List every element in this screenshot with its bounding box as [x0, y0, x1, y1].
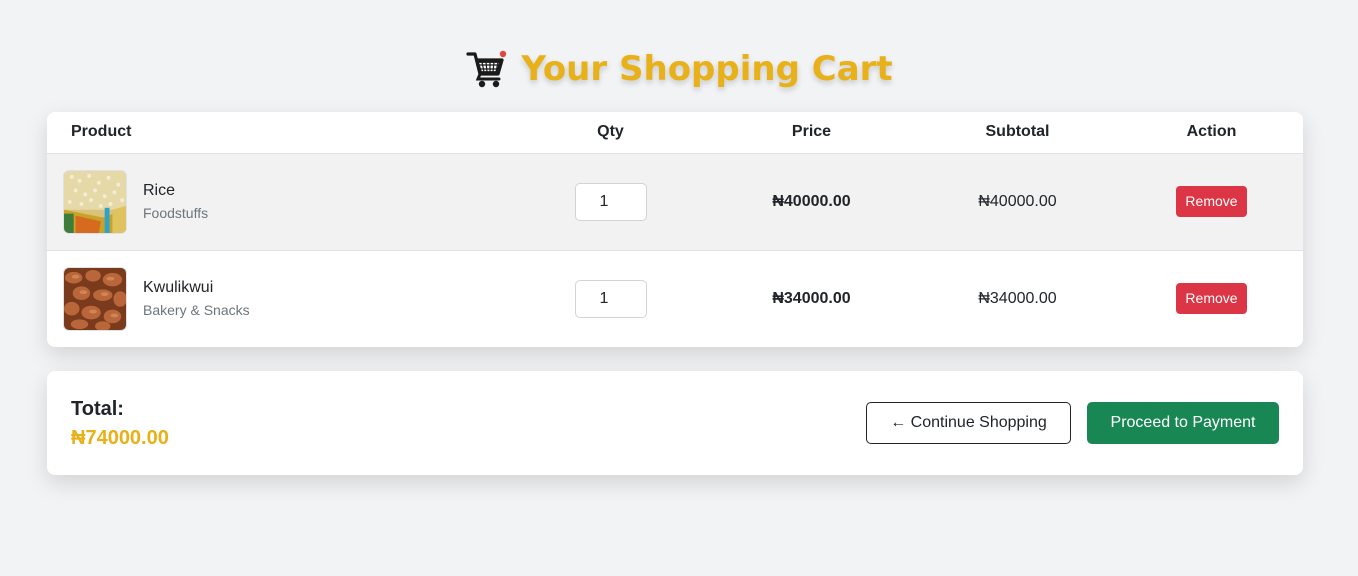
- rice-product-image: [63, 169, 127, 234]
- action-cell: Remove: [1120, 249, 1303, 347]
- total-value: ₦74000.00: [71, 427, 169, 449]
- page-title: Your Shopping Cart: [521, 49, 893, 89]
- product-category: Foodstuffs: [143, 205, 209, 221]
- remove-button[interactable]: Remove: [1176, 283, 1247, 315]
- price-cell: ₦40000.00: [708, 153, 915, 250]
- item-price: ₦40000.00: [772, 192, 851, 210]
- quantity-input[interactable]: [574, 279, 647, 318]
- column-header-action: Action: [1120, 112, 1303, 154]
- product-name: Rice: [143, 182, 176, 199]
- proceed-to-payment-button[interactable]: Proceed to Payment: [1087, 402, 1279, 444]
- column-header-subtotal: Subtotal: [915, 112, 1120, 154]
- product-cell: Rice Foodstuffs: [47, 153, 513, 250]
- table-row: Rice Foodstuffs ₦40000.00 ₦40000.00 Remo…: [47, 153, 1303, 250]
- item-price: ₦34000.00: [772, 289, 851, 307]
- cart-summary-card: Total: ₦74000.00 ← Continue Shopping Pro…: [47, 371, 1303, 475]
- column-header-product: Product: [47, 112, 513, 154]
- item-subtotal: ₦34000.00: [978, 289, 1057, 307]
- price-cell: ₦34000.00: [708, 249, 915, 347]
- qty-cell: [513, 153, 708, 250]
- product-category: Bakery & Snacks: [143, 302, 250, 319]
- column-header-price: Price: [708, 112, 915, 154]
- qty-cell: [513, 249, 708, 347]
- subtotal-cell: ₦34000.00: [915, 249, 1120, 347]
- remove-button[interactable]: Remove: [1176, 186, 1247, 217]
- total-label: Total:: [71, 398, 124, 420]
- cart-table: Product Qty Price Subtotal Action Rice F…: [47, 112, 1303, 347]
- subtotal-cell: ₦40000.00: [915, 153, 1120, 250]
- product-cell: Kwulikwui Bakery & Snacks: [47, 249, 513, 347]
- quantity-input[interactable]: [574, 182, 647, 221]
- table-row: Kwulikwui Bakery & Snacks ₦34000.00 ₦340…: [47, 249, 1303, 347]
- continue-shopping-button[interactable]: ← Continue Shopping: [866, 402, 1071, 444]
- column-header-qty: Qty: [513, 112, 708, 154]
- action-cell: Remove: [1120, 153, 1303, 250]
- page-header: Your Shopping Cart: [0, 48, 1358, 90]
- item-subtotal: ₦40000.00: [978, 192, 1057, 210]
- shopping-cart-icon: [465, 48, 507, 90]
- kwulikwui-product-image: [63, 266, 127, 331]
- product-name: Kwulikwui: [143, 279, 214, 297]
- cart-table-card: Product Qty Price Subtotal Action Rice F…: [47, 112, 1303, 347]
- table-header-row: Product Qty Price Subtotal Action: [47, 112, 1303, 154]
